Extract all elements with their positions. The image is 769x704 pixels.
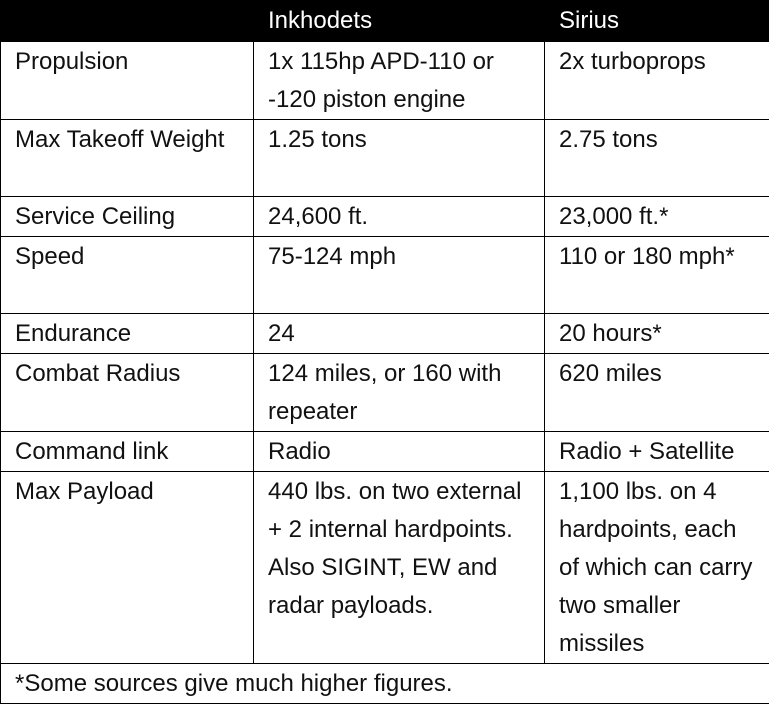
sirius-value: 20 hours* — [545, 314, 769, 354]
inkhodets-value: 24 — [254, 314, 545, 354]
inkhodets-value: 440 lbs. on two external + 2 internal ha… — [254, 472, 545, 664]
inkhodets-value: 1x 115hp APD-110 or -120 piston engine — [254, 42, 545, 120]
row-label: Speed — [1, 237, 254, 314]
row-label: Endurance — [1, 314, 254, 354]
inkhodets-value: Radio — [254, 432, 545, 472]
table-row: Speed 75-124 mph 110 or 180 mph* — [1, 237, 769, 314]
row-label: Propulsion — [1, 42, 254, 120]
inkhodets-value: 124 miles, or 160 with repeater — [254, 354, 545, 432]
footnote: *Some sources give much higher figures. — [1, 664, 769, 704]
header-row: Inkhodets Sirius — [1, 1, 769, 42]
header-cell-sirius: Sirius — [545, 1, 769, 42]
row-label: Combat Radius — [1, 354, 254, 432]
table-row: Max Takeoff Weight 1.25 tons 2.75 tons — [1, 120, 769, 197]
sirius-value: 1,100 lbs. on 4 hardpoints, each of whic… — [545, 472, 769, 664]
sirius-value: 2x turboprops — [545, 42, 769, 120]
row-label: Command link — [1, 432, 254, 472]
sirius-value: 110 or 180 mph* — [545, 237, 769, 314]
inkhodets-value: 1.25 tons — [254, 120, 545, 197]
row-label: Service Ceiling — [1, 197, 254, 237]
row-label: Max Takeoff Weight — [1, 120, 254, 197]
table-row: Command link Radio Radio + Satellite — [1, 432, 769, 472]
header-cell-inkhodets: Inkhodets — [254, 1, 545, 42]
sirius-value: 23,000 ft.* — [545, 197, 769, 237]
inkhodets-value: 24,600 ft. — [254, 197, 545, 237]
header-cell-empty — [1, 1, 254, 42]
sirius-value: Radio + Satellite — [545, 432, 769, 472]
sirius-value: 620 miles — [545, 354, 769, 432]
comparison-table: Inkhodets Sirius Propulsion 1x 115hp APD… — [0, 0, 769, 704]
row-label: Max Payload — [1, 472, 254, 664]
table-row: Combat Radius 124 miles, or 160 with rep… — [1, 354, 769, 432]
table-row: Endurance 24 20 hours* — [1, 314, 769, 354]
table-row: Service Ceiling 24,600 ft. 23,000 ft.* — [1, 197, 769, 237]
sirius-value: 2.75 tons — [545, 120, 769, 197]
table-row: Max Payload 440 lbs. on two external + 2… — [1, 472, 769, 664]
table-row: Propulsion 1x 115hp APD-110 or -120 pist… — [1, 42, 769, 120]
footnote-row: *Some sources give much higher figures. — [1, 664, 769, 704]
inkhodets-value: 75-124 mph — [254, 237, 545, 314]
